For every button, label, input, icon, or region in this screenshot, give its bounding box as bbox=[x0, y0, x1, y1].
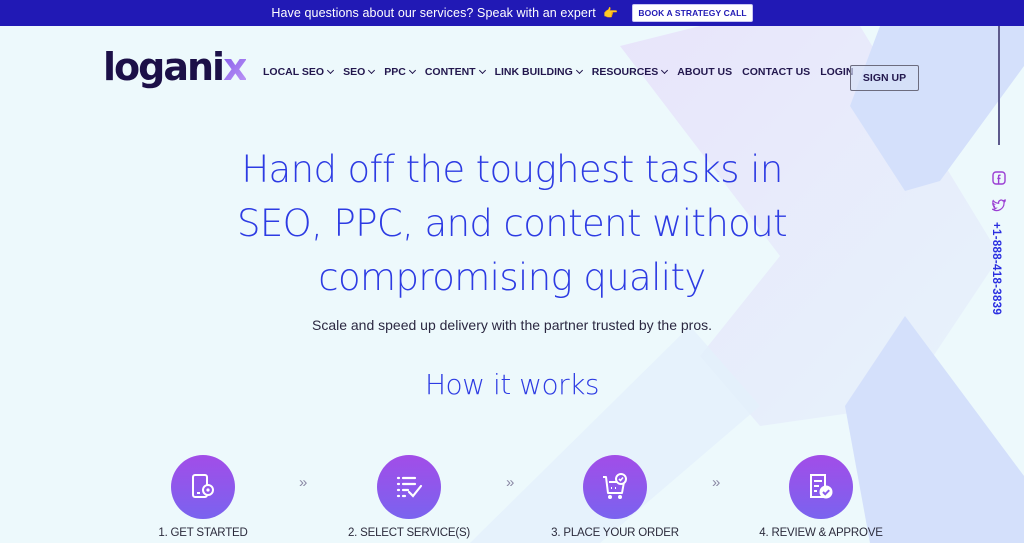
nav-item-content[interactable]: CONTENT bbox=[425, 66, 486, 78]
banner-message: Have questions about our services? Speak… bbox=[271, 6, 619, 20]
chevron-down-icon bbox=[408, 66, 416, 75]
step-separator-icon: » bbox=[506, 474, 515, 491]
chevron-down-icon bbox=[478, 66, 486, 75]
chevron-down-icon bbox=[661, 66, 669, 75]
checklist-icon bbox=[396, 476, 423, 498]
nav-item-login[interactable]: LOGIN bbox=[820, 66, 853, 78]
step-icon-circle bbox=[171, 455, 235, 519]
main-nav: LOCAL SEO SEO PPC CONTENT LINK BUILDING … bbox=[263, 66, 863, 78]
nav-item-contact-us[interactable]: CONTACT US bbox=[742, 66, 810, 78]
step-select-services: 2. SELECT SERVICE(S) bbox=[309, 455, 509, 539]
book-strategy-call-button[interactable]: BOOK A STRATEGY CALL bbox=[632, 4, 753, 22]
pointing-hand-icon: 👉 bbox=[603, 6, 619, 20]
chevron-down-icon bbox=[575, 66, 583, 75]
chevron-down-icon bbox=[327, 66, 335, 75]
step-get-started: 1. GET STARTED bbox=[103, 455, 303, 539]
site-header: loganix LOCAL SEO SEO PPC CONTENT LINK B… bbox=[0, 26, 1024, 126]
step-label: 2. SELECT SERVICE(S) bbox=[347, 527, 471, 539]
logo[interactable]: loganix bbox=[103, 45, 248, 89]
step-icon-circle bbox=[789, 455, 853, 519]
facebook-icon[interactable] bbox=[992, 171, 1006, 190]
document-check-icon bbox=[810, 474, 833, 499]
how-it-works-title: How it works bbox=[425, 368, 600, 401]
nav-item-resources[interactable]: RESOURCES bbox=[592, 66, 669, 78]
step-separator-icon: » bbox=[299, 474, 308, 491]
step-icon-circle bbox=[583, 455, 647, 519]
twitter-icon[interactable] bbox=[990, 198, 1007, 217]
nav-item-about-us[interactable]: ABOUT US bbox=[677, 66, 732, 78]
logo-accent: x bbox=[223, 45, 247, 89]
step-separator-icon: » bbox=[712, 474, 721, 491]
nav-item-seo[interactable]: SEO bbox=[343, 66, 376, 78]
step-label: 1. GET STARTED bbox=[158, 527, 248, 539]
hero-title: Hand off the toughest tasks in SEO, PPC,… bbox=[237, 148, 788, 299]
step-label: 4. REVIEW & APPROVE bbox=[759, 527, 883, 539]
cart-check-icon bbox=[603, 473, 627, 499]
step-review-approve: 4. REVIEW & APPROVE bbox=[721, 455, 921, 539]
nav-item-ppc[interactable]: PPC bbox=[384, 66, 416, 78]
step-label: 3. PLACE YOUR ORDER bbox=[551, 527, 679, 539]
phone-gear-icon bbox=[192, 474, 214, 498]
top-banner: Have questions about our services? Speak… bbox=[0, 0, 1024, 26]
nav-item-link-building[interactable]: LINK BUILDING bbox=[495, 66, 583, 78]
sign-up-button[interactable]: SIGN UP bbox=[850, 65, 919, 91]
nav-item-local-seo[interactable]: LOCAL SEO bbox=[263, 66, 335, 78]
chevron-down-icon bbox=[368, 66, 376, 75]
phone-link[interactable]: +1-888-418-3839 bbox=[990, 222, 1002, 315]
step-place-order: 3. PLACE YOUR ORDER bbox=[515, 455, 715, 539]
social-rail-divider bbox=[998, 26, 1000, 145]
step-icon-circle bbox=[377, 455, 441, 519]
hero-subtitle: Scale and speed up delivery with the par… bbox=[311, 317, 712, 333]
